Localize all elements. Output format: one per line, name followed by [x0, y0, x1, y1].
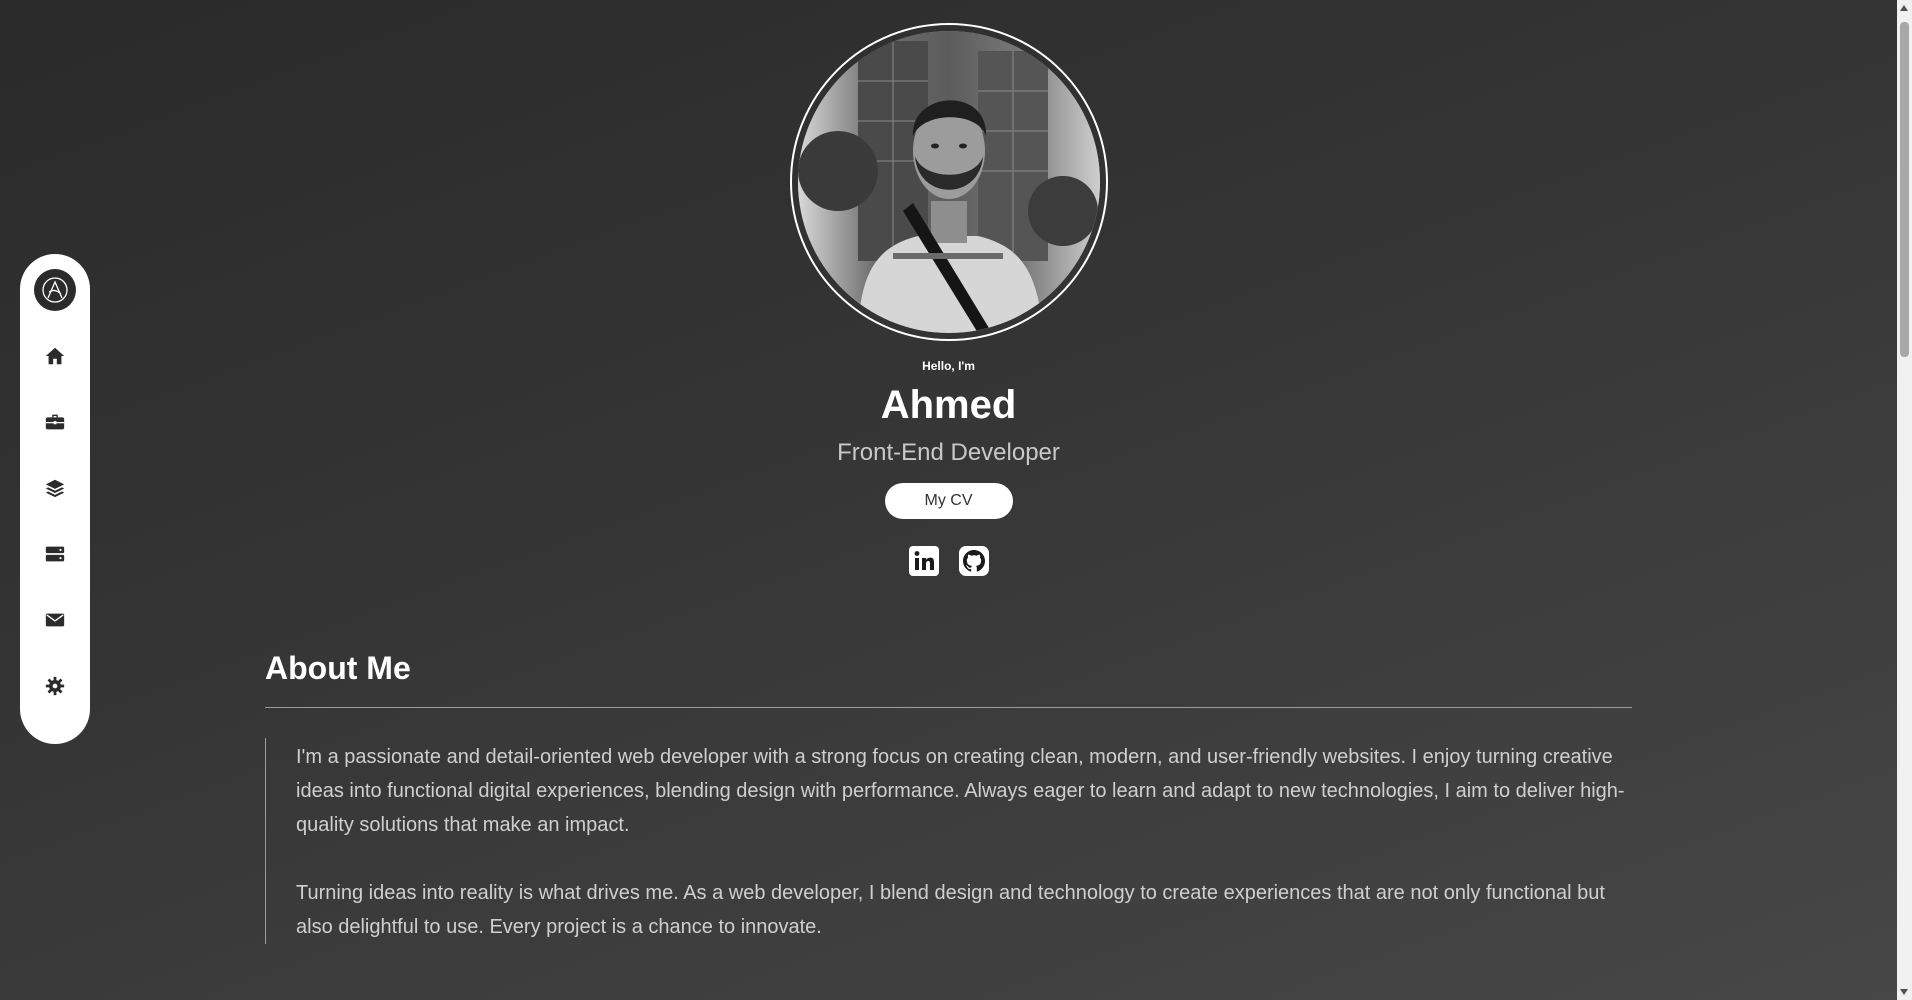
avatar — [797, 31, 1100, 333]
linkedin-link[interactable] — [908, 545, 940, 577]
about-paragraph: Turning ideas into reality is what drive… — [296, 882, 1605, 938]
scroll-up-arrow-icon[interactable] — [1900, 5, 1908, 11]
hero-name: Ahmed — [880, 383, 1017, 427]
gear-icon — [45, 676, 65, 696]
about-body: I'm a passionate and detail-oriented web… — [265, 738, 1632, 944]
about-paragraph: I'm a passionate and detail-oriented web… — [296, 746, 1625, 836]
my-cv-button[interactable]: My CV — [884, 483, 1013, 519]
nav-settings[interactable] — [37, 668, 73, 704]
scrollbar-thumb[interactable] — [1900, 22, 1909, 357]
envelope-icon — [45, 613, 65, 627]
greeting-text: Hello, I'm — [922, 359, 975, 373]
nav-contact[interactable] — [37, 602, 73, 638]
avatar-ring — [789, 23, 1108, 341]
hero-section: Hello, I'm Ahmed Front-End Developer My … — [0, 0, 1897, 577]
github-link[interactable] — [958, 545, 990, 577]
github-icon — [958, 546, 989, 576]
scroll-down-arrow-icon[interactable] — [1900, 989, 1908, 995]
hero-role: Front-End Developer — [837, 439, 1060, 466]
scrollbar[interactable] — [1897, 0, 1912, 1000]
social-links — [908, 545, 990, 577]
about-section: About Me I'm a passionate and detail-ori… — [265, 650, 1632, 944]
linkedin-icon — [908, 546, 939, 576]
about-title: About Me — [265, 650, 1632, 708]
